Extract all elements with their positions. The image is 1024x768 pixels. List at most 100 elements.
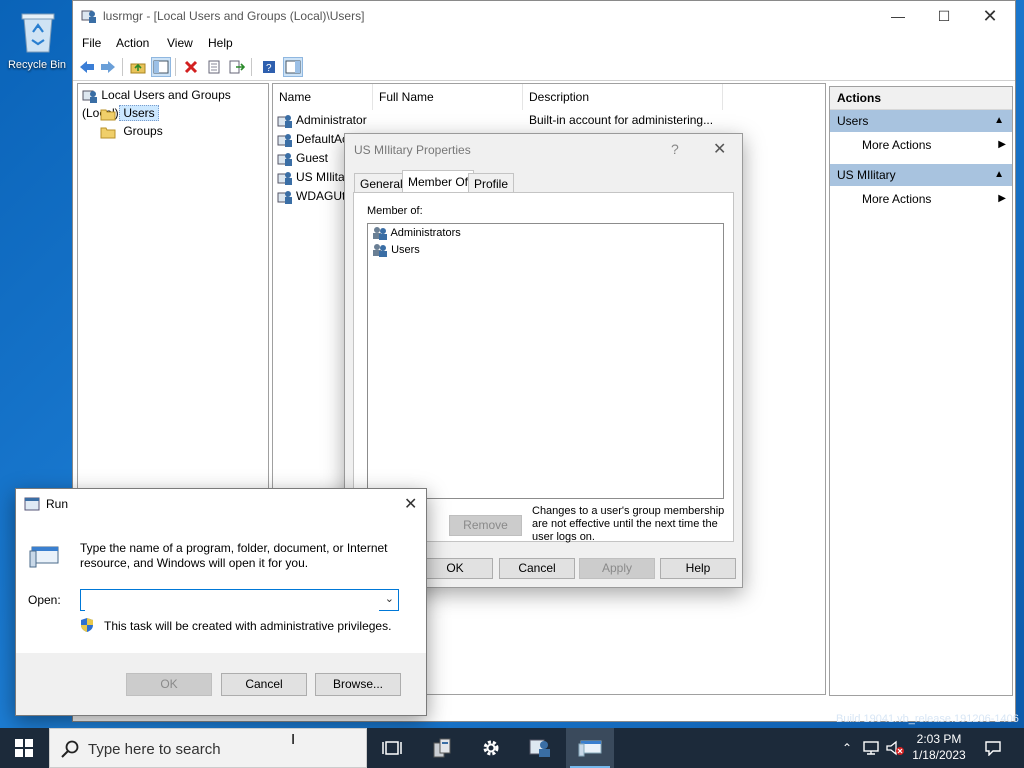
tab-member-of[interactable]: Member Of (402, 170, 475, 194)
menu-file[interactable]: File (82, 36, 101, 50)
group-icon (373, 227, 387, 240)
build-watermark: Build 19041.vb_release.191206-1406 (836, 713, 1019, 725)
context-help-button[interactable]: ? (671, 141, 679, 157)
table-row[interactable]: US MIlitar (277, 168, 349, 187)
users-console-icon (529, 739, 550, 757)
up-folder-button[interactable] (128, 57, 148, 77)
admin-privileges-note: This task will be created with administr… (104, 619, 392, 633)
close-button[interactable]: ✕ (967, 1, 1013, 32)
open-combobox[interactable]: ⌄ (80, 589, 399, 611)
export-list-icon (229, 60, 245, 74)
show-hide-console-tree-button[interactable] (151, 57, 171, 77)
recycle-bin-icon (21, 13, 55, 53)
user-name: US MIlitar (296, 170, 349, 184)
gear-icon (483, 740, 499, 756)
properties-help-button[interactable]: Help (660, 558, 736, 579)
column-header-description[interactable]: Description (523, 84, 723, 110)
run-dialog: Run ✕ Type the name of a program, folder… (15, 488, 427, 716)
tree-item-groups[interactable]: Groups (100, 122, 163, 140)
actions-group-us-military[interactable]: US MIlitary ▲ (830, 164, 1012, 186)
user-icon (277, 114, 292, 128)
recycle-bin-label: Recycle Bin (7, 59, 67, 71)
tab-profile[interactable]: Profile (468, 173, 515, 194)
notification-icon (985, 741, 1001, 756)
network-icon (863, 741, 879, 755)
column-header-name[interactable]: Name (273, 84, 373, 110)
actions-header: Actions (830, 87, 1012, 110)
taskbar-settings[interactable] (467, 728, 515, 768)
network-tray-button[interactable] (860, 728, 882, 768)
recycle-bin-desktop-icon[interactable]: Recycle Bin (4, 6, 70, 76)
table-row[interactable]: DefaultAc (277, 130, 348, 149)
membership-note: Changes to a user's group membership are… (532, 505, 725, 543)
more-actions-users[interactable]: More Actions ▶ (862, 135, 1012, 155)
show-hide-action-pane-button[interactable] (283, 57, 303, 77)
properties-close-button[interactable]: ✕ (713, 139, 726, 159)
user-description: Built-in account for administering... (529, 113, 714, 127)
start-button[interactable] (0, 728, 48, 768)
submenu-arrow-icon: ▶ (998, 193, 1006, 204)
member-of-label: Member of: (367, 205, 423, 217)
volume-tray-button[interactable] (884, 728, 906, 768)
dropdown-chevron-icon[interactable]: ⌄ (385, 592, 394, 605)
export-list-button[interactable] (227, 57, 247, 77)
delete-button[interactable] (181, 57, 201, 77)
table-row[interactable]: WDAGUti (277, 187, 348, 206)
action-center-button[interactable] (976, 728, 1010, 768)
menu-view[interactable]: View (167, 36, 193, 50)
taskbar-search-box[interactable]: Type here to search (49, 728, 367, 768)
group-membership-list[interactable]: Administrators Users (367, 223, 724, 499)
run-cancel-button[interactable]: Cancel (221, 673, 307, 696)
tree-item-users-label: Users (119, 105, 159, 121)
back-arrow-icon (80, 61, 94, 73)
toolbar: ? (73, 54, 1015, 81)
user-icon (277, 152, 292, 166)
user-icon (277, 190, 292, 204)
properties-dialog-title: US MIlitary Properties (354, 143, 471, 157)
tab-general[interactable]: General (354, 173, 409, 194)
help-button[interactable]: ? (259, 57, 279, 77)
run-ok-button[interactable]: OK (126, 673, 212, 696)
maximize-button[interactable]: ☐ (921, 1, 967, 32)
show-hidden-icons-button[interactable]: ⌃ (838, 728, 856, 768)
clock-date: 1/18/2023 (912, 748, 966, 762)
svg-text:?: ? (266, 63, 272, 74)
browse-button[interactable]: Browse... (315, 673, 401, 696)
list-item[interactable]: Administrators (372, 226, 461, 240)
menu-help[interactable]: Help (208, 36, 233, 50)
properties-button[interactable] (204, 57, 224, 77)
more-actions-us-military[interactable]: More Actions ▶ (862, 189, 1012, 209)
taskbar-run[interactable] (566, 728, 614, 768)
task-view-icon (382, 741, 402, 755)
forward-button[interactable] (98, 57, 118, 77)
remove-button[interactable]: Remove (449, 515, 522, 536)
tree-item-users[interactable]: Users (100, 104, 159, 122)
actions-group-users[interactable]: Users ▲ (830, 110, 1012, 132)
table-row[interactable]: Administrator Built-in account for admin… (277, 111, 817, 130)
windows-logo-icon (15, 739, 33, 757)
table-row[interactable]: Guest (277, 149, 328, 168)
column-header-full-name[interactable]: Full Name (373, 84, 523, 110)
open-input[interactable] (85, 591, 379, 611)
properties-ok-button[interactable]: OK (417, 558, 493, 579)
taskbar-lusrmgr[interactable] (516, 728, 564, 768)
task-view-button[interactable] (368, 728, 416, 768)
search-placeholder: Type here to search (88, 741, 221, 758)
volume-muted-icon (886, 740, 904, 756)
run-program-icon (29, 546, 59, 568)
title-bar[interactable]: lusrmgr - [Local Users and Groups (Local… (73, 1, 1015, 32)
list-item[interactable]: Users (372, 243, 420, 257)
run-close-button[interactable]: ✕ (404, 494, 417, 514)
window-title: lusrmgr - [Local Users and Groups (Local… (103, 9, 365, 23)
run-description: Type the name of a program, folder, docu… (80, 541, 388, 570)
tree-root-local-users-and-groups[interactable]: Local Users and Groups (Local) (82, 86, 268, 120)
minimize-button[interactable]: — (875, 1, 921, 32)
folder-icon (100, 127, 116, 139)
taskbar-clock[interactable]: 2:03 PM 1/18/2023 (904, 731, 974, 763)
properties-cancel-button[interactable]: Cancel (499, 558, 575, 579)
chevron-up-icon: ⌃ (841, 741, 853, 755)
back-button[interactable] (77, 57, 97, 77)
taskbar-server-manager[interactable] (418, 728, 466, 768)
menu-action[interactable]: Action (116, 36, 149, 50)
apply-button[interactable]: Apply (579, 558, 655, 579)
